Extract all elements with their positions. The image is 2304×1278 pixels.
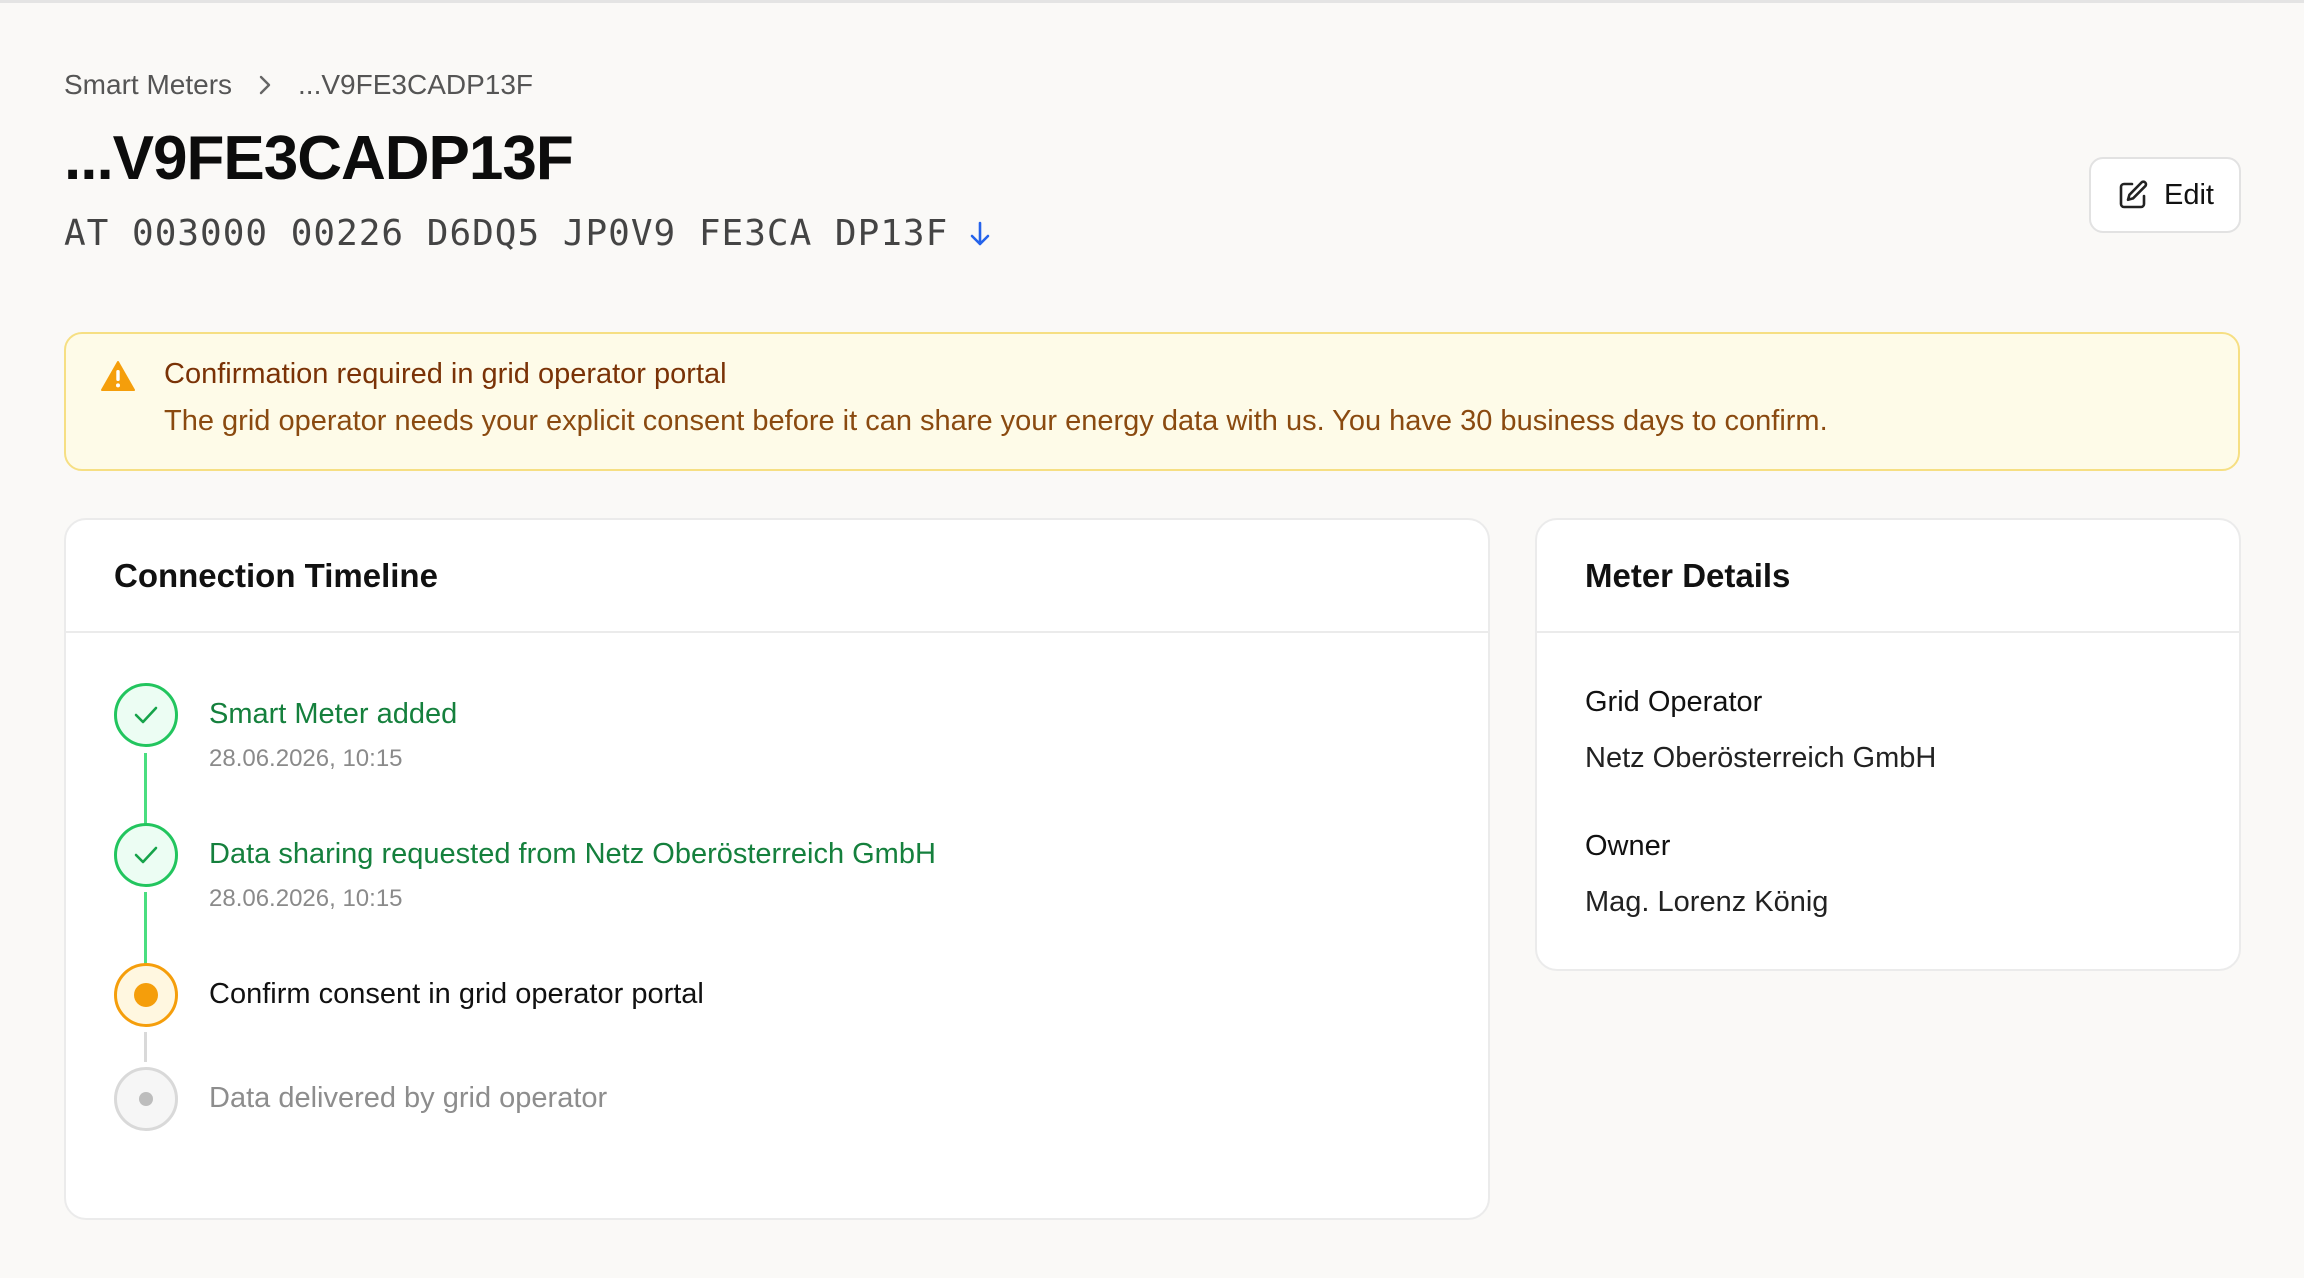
timeline-step-time: 28.06.2026, 10:15 <box>209 885 403 912</box>
meter-id-row: AT 003000 00226 D6DQ5 JP0V9 FE3CA DP13F <box>64 213 992 254</box>
page-title: ...V9FE3CADP13F <box>64 124 574 193</box>
warning-triangle-icon <box>100 360 136 397</box>
pending-step-dot <box>139 1092 153 1106</box>
pencil-square-icon <box>2116 178 2150 212</box>
timeline-step-title: Confirm consent in grid operator portal <box>209 978 704 1010</box>
breadcrumb-current: ...V9FE3CADP13F <box>298 69 534 100</box>
check-icon <box>133 844 159 866</box>
owner-value: Mag. Lorenz König <box>1585 886 1829 918</box>
current-step-dot <box>134 983 158 1007</box>
timeline-step-indicator <box>114 823 178 887</box>
breadcrumb: Smart Meters ...V9FE3CADP13F <box>64 69 533 101</box>
alert-body: The grid operator needs your explicit co… <box>164 405 1828 437</box>
alert-title: Confirmation required in grid operator p… <box>164 358 727 390</box>
edit-button[interactable]: Edit <box>2089 157 2241 233</box>
timeline-step-title: Data delivered by grid operator <box>209 1082 608 1114</box>
breadcrumb-link-smart-meters[interactable]: Smart Meters <box>64 69 232 101</box>
card-title: Connection Timeline <box>66 520 1488 633</box>
arrow-down-icon[interactable] <box>968 219 992 249</box>
timeline-step-title: Data sharing requested from Netz Oberöst… <box>209 838 936 870</box>
meter-point-id: AT 003000 00226 D6DQ5 JP0V9 FE3CA DP13F <box>64 213 949 254</box>
timeline-step-indicator <box>114 1067 178 1131</box>
consent-alert: Confirmation required in grid operator p… <box>64 332 2240 471</box>
edit-button-label: Edit <box>2164 178 2214 211</box>
grid-operator-label: Grid Operator <box>1585 686 1763 718</box>
timeline-step-indicator <box>114 963 178 1027</box>
timeline-connector <box>144 892 147 968</box>
timeline-step-title: Smart Meter added <box>209 698 458 730</box>
timeline-connector <box>144 1032 147 1062</box>
grid-operator-value: Netz Oberösterreich GmbH <box>1585 742 1937 774</box>
timeline-step-time: 28.06.2026, 10:15 <box>209 745 403 772</box>
timeline-connector <box>144 753 147 829</box>
meter-details-card: Meter Details Grid Operator Netz Oberöst… <box>1535 518 2241 971</box>
card-title: Meter Details <box>1537 520 2239 633</box>
check-icon <box>133 704 159 726</box>
owner-label: Owner <box>1585 830 1671 862</box>
chevron-right-icon <box>258 74 272 96</box>
timeline-step-indicator <box>114 683 178 747</box>
connection-timeline-card: Connection Timeline Smart Meter added 28… <box>64 518 1490 1220</box>
